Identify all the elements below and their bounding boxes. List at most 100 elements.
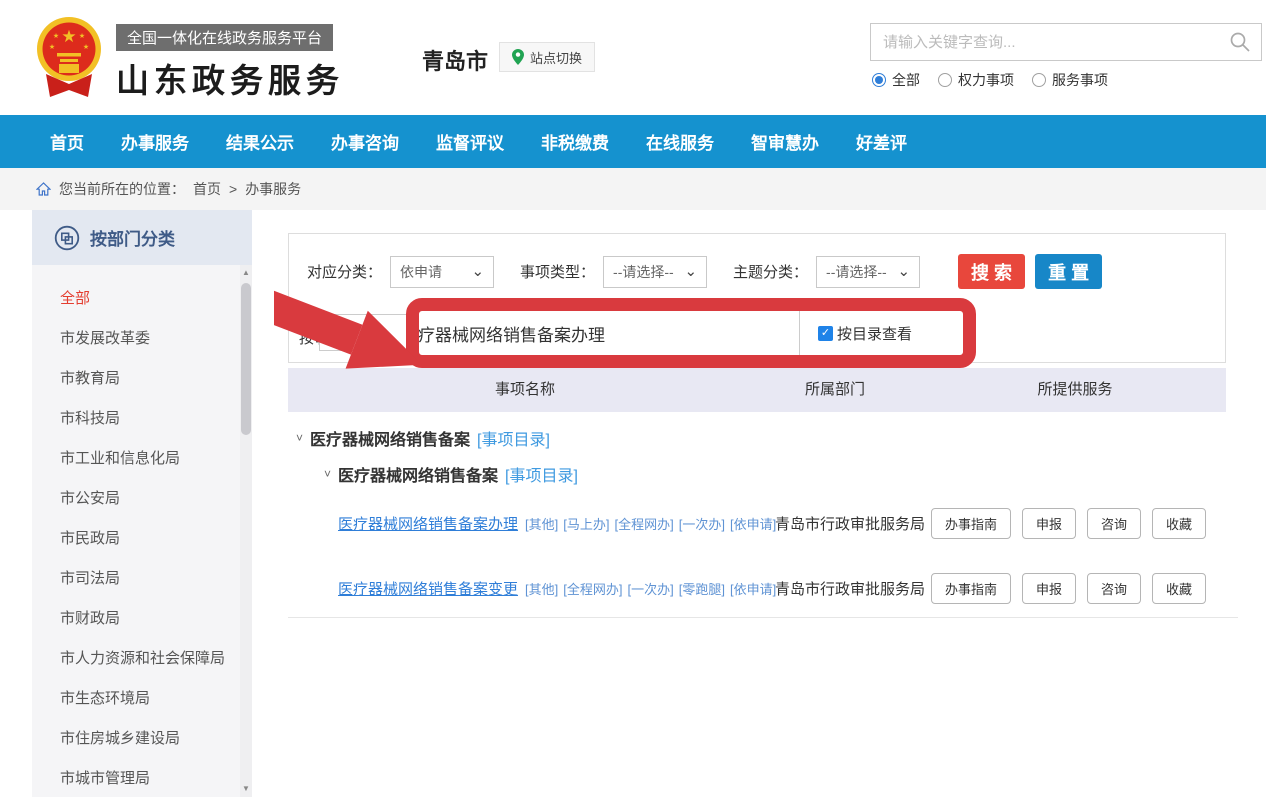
service-tags: [其他][马上办][全程网办][一次办][依申请]: [525, 514, 776, 533]
search-scope-radio[interactable]: 权力事项: [938, 70, 1014, 90]
service-tag: [全程网办]: [563, 579, 622, 598]
sidebar-item[interactable]: 市住房城乡建设局: [60, 719, 252, 759]
department-category-icon: [54, 225, 80, 251]
action-button[interactable]: 办事指南: [931, 508, 1011, 539]
national-emblem-logo: ★ ★ ★ ★ ★: [36, 11, 102, 108]
filter-select[interactable]: --请选择-- ⌄: [816, 256, 920, 288]
service-link[interactable]: 医疗器械网络销售备案变更: [338, 578, 518, 599]
scrollbar-thumb[interactable]: [241, 283, 251, 435]
service-tag: [依申请]: [730, 514, 776, 533]
service-row: 医疗器械网络销售备案办理 [其他][马上办][全程网办][一次办][依申请] 青…: [288, 508, 1238, 539]
service-link[interactable]: 医疗器械网络销售备案办理: [338, 513, 518, 534]
sidebar-item[interactable]: 市人力资源和社会保障局: [60, 639, 252, 679]
sidebar-item[interactable]: 全部: [60, 279, 252, 319]
keyword-search-input[interactable]: [871, 34, 1229, 51]
sidebar-item[interactable]: 市科技局: [60, 399, 252, 439]
svg-text:★: ★: [83, 43, 89, 51]
chevron-down-icon: ⌄: [684, 268, 697, 276]
svg-text:★: ★: [79, 32, 85, 40]
service-name-cell: 医疗器械网络销售备案变更 [其他][全程网办][一次办][零跑腿][依申请]: [338, 578, 775, 599]
tree-label: 医疗器械网络销售备案: [338, 462, 498, 486]
service-tag: [零跑腿]: [679, 579, 725, 598]
department-list: 全部 市发展改革委 市教育局 市科技局 市工业和信息化局 市公安局 市民政局 市…: [32, 265, 252, 797]
filter-selects: 对应分类： 依申请 ⌄ 事项类型： --请选择-- ⌄: [307, 256, 946, 288]
search-scope-radio[interactable]: 服务事项: [1032, 70, 1108, 90]
location-pin-icon: [512, 49, 524, 65]
filter-label: 对应分类：: [307, 261, 382, 282]
svg-text:★: ★: [53, 32, 59, 40]
service-actions: 办事指南申报咨询收藏: [931, 573, 1238, 604]
search-icon[interactable]: [1229, 31, 1251, 53]
filter-label: 主题分类：: [733, 261, 808, 282]
service-row: 医疗器械网络销售备案变更 [其他][全程网办][一次办][零跑腿][依申请] 青…: [288, 573, 1238, 604]
item-name-value: 医疗器械网络销售备案办理: [419, 321, 605, 346]
sidebar-item[interactable]: 市城市管理局: [60, 759, 252, 797]
scroll-up-icon[interactable]: ▲: [240, 267, 252, 279]
action-button[interactable]: 咨询: [1087, 573, 1141, 604]
catalog-tree: ˅ 医疗器械网络销售备案 [事项目录] ˅ 医疗器械网络销售备案 [事项目录]: [288, 426, 1238, 486]
sidebar-item[interactable]: 市民政局: [60, 519, 252, 559]
sidebar-item[interactable]: 市财政局: [60, 599, 252, 639]
search-button[interactable]: 搜 索: [958, 254, 1025, 289]
nav-item[interactable]: 办事咨询: [331, 129, 399, 154]
service-tag: [一次办]: [679, 514, 725, 533]
sidebar-item[interactable]: 市工业和信息化局: [60, 439, 252, 479]
service-tag: [其他]: [525, 514, 558, 533]
search-scope-radio[interactable]: 全部: [872, 70, 920, 90]
action-button[interactable]: 收藏: [1152, 508, 1206, 539]
sidebar-scrollbar[interactable]: ▲ ▼: [240, 265, 252, 797]
nav-item[interactable]: 在线服务: [646, 129, 714, 154]
checkbox-checked-icon[interactable]: ✓: [818, 326, 833, 341]
filter-group: 对应分类： 依申请 ⌄: [307, 256, 494, 288]
nav-item[interactable]: 监督评议: [436, 129, 504, 154]
action-button[interactable]: 办事指南: [931, 573, 1011, 604]
radio-icon: [938, 73, 952, 87]
annotation-highlight-box: 医疗器械网络销售备案办理 ✓ 按目录查看: [406, 298, 976, 368]
sidebar-item[interactable]: 市发展改革委: [60, 319, 252, 359]
site-switch-button[interactable]: 站点切换: [499, 42, 595, 72]
sidebar-item[interactable]: 市生态环境局: [60, 679, 252, 719]
catalog-tag[interactable]: [事项目录]: [477, 426, 550, 450]
filter-select[interactable]: --请选择-- ⌄: [603, 256, 707, 288]
action-button[interactable]: 收藏: [1152, 573, 1206, 604]
chevron-down-icon[interactable]: ˅: [296, 431, 303, 445]
tree-row[interactable]: ˅ 医疗器械网络销售备案 [事项目录]: [296, 426, 1238, 450]
sidebar-title: 按部门分类: [90, 225, 175, 250]
breadcrumb-home[interactable]: 首页: [193, 179, 221, 199]
reset-button[interactable]: 重 置: [1035, 254, 1102, 289]
radio-icon: [872, 73, 886, 87]
scroll-down-icon[interactable]: ▼: [240, 783, 252, 795]
sidebar-item[interactable]: 市教育局: [60, 359, 252, 399]
select-value: --请选择--: [826, 262, 887, 282]
chevron-down-icon: ⌄: [471, 268, 484, 276]
nav-item[interactable]: 好差评: [856, 129, 907, 154]
item-name-input-highlighted[interactable]: 医疗器械网络销售备案办理: [419, 311, 800, 355]
sidebar-item[interactable]: 市公安局: [60, 479, 252, 519]
service-name-cell: 医疗器械网络销售备案办理 [其他][马上办][全程网办][一次办][依申请]: [338, 513, 775, 534]
filter-select[interactable]: 依申请 ⌄: [390, 256, 494, 288]
nav-item[interactable]: 非税缴费: [541, 129, 609, 154]
nav-item[interactable]: 办事服务: [121, 129, 189, 154]
site-switch-label: 站点切换: [530, 48, 582, 67]
action-button[interactable]: 申报: [1022, 508, 1076, 539]
catalog-tag[interactable]: [事项目录]: [505, 462, 578, 486]
action-button[interactable]: 咨询: [1087, 508, 1141, 539]
search-scope-radios: 全部 权力事项 服务事项: [872, 70, 1108, 90]
nav-item[interactable]: 结果公示: [226, 129, 294, 154]
filter-group: 事项类型： --请选择-- ⌄: [520, 256, 707, 288]
tree-row[interactable]: ˅ 医疗器械网络销售备案 [事项目录]: [324, 462, 1238, 486]
keyword-search-box: [870, 23, 1262, 61]
nav-item[interactable]: 首页: [50, 129, 84, 154]
results-divider: [288, 617, 1238, 618]
sidebar-item[interactable]: 市司法局: [60, 559, 252, 599]
action-button[interactable]: 申报: [1022, 573, 1076, 604]
select-value: 依申请: [400, 262, 442, 282]
chevron-down-icon[interactable]: ˅: [324, 467, 331, 481]
platform-badge: 全国一体化在线政务服务平台: [116, 24, 333, 51]
catalog-view-checkbox[interactable]: ✓ 按目录查看: [800, 323, 912, 344]
sidebar-header: 按部门分类: [32, 210, 252, 265]
service-tag: [一次办]: [627, 579, 673, 598]
service-rows: 医疗器械网络销售备案办理 [其他][马上办][全程网办][一次办][依申请] 青…: [288, 508, 1238, 604]
breadcrumb-separator: >: [229, 181, 237, 197]
nav-item[interactable]: 智审慧办: [751, 129, 819, 154]
